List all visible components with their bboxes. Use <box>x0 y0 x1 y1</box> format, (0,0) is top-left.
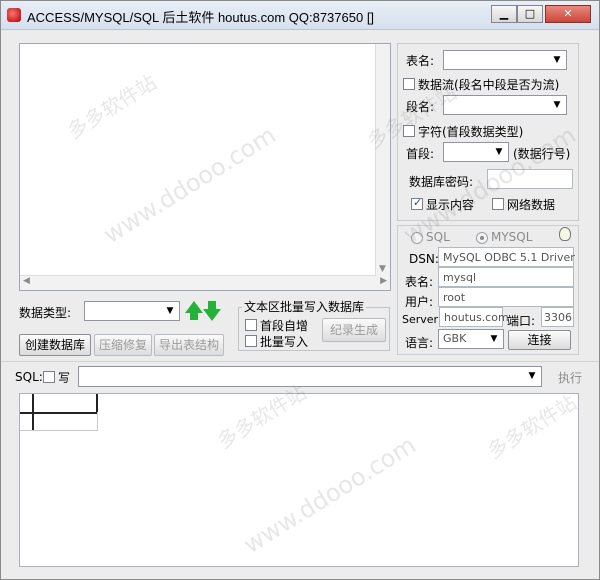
auto-increment-checkbox[interactable] <box>245 319 257 331</box>
create-db-button[interactable]: 创建数据库 <box>19 334 91 356</box>
scroll-down-icon[interactable]: ▼ <box>379 264 386 274</box>
grid-row-header-border <box>32 394 34 430</box>
port-label: 端口: <box>507 314 536 328</box>
data-row-label: (数据行号) <box>513 147 571 161</box>
scroll-right-icon[interactable]: ▶ <box>380 276 387 286</box>
grid-column-border <box>96 394 98 412</box>
chevron-down-icon: ▼ <box>490 334 498 344</box>
sql-input[interactable]: ▼ <box>78 366 542 387</box>
user-input[interactable]: root <box>438 287 574 307</box>
user-value: root <box>443 291 466 304</box>
network-data-label: 网络数据 <box>507 198 556 212</box>
mysql-radio[interactable] <box>476 232 488 244</box>
server-input[interactable]: houtus.com <box>439 307 509 327</box>
main-window: ACCESS/MYSQL/SQL 后土软件 houtus.com QQ:8737… <box>0 0 600 580</box>
record-generate-button[interactable]: 纪录生成 <box>322 318 386 342</box>
compress-repair-button[interactable]: 压缩修复 <box>94 334 152 356</box>
close-button[interactable]: ✕ <box>545 5 591 23</box>
export-structure-button[interactable]: 导出表结构 <box>154 334 224 356</box>
user-label: 用户: <box>405 295 434 309</box>
data-stream-label: 数据流(段名中段是否为流) <box>418 78 560 92</box>
show-content-checkbox[interactable] <box>411 196 423 210</box>
chevron-down-icon: ▼ <box>553 55 561 65</box>
chevron-down-icon: ▼ <box>166 306 174 316</box>
conn-table-input[interactable]: mysql <box>438 267 574 287</box>
first-field-select[interactable]: ▼ <box>443 142 509 162</box>
dsn-value: MySQL ODBC 5.1 Driver <box>443 251 575 264</box>
data-type-select[interactable]: ▼ <box>84 301 180 321</box>
window-title: ACCESS/MYSQL/SQL 后土软件 houtus.com QQ:8737… <box>27 10 375 25</box>
arrow-down-icon[interactable] <box>203 309 221 321</box>
grid-row-line <box>20 430 98 431</box>
text-area[interactable]: ◀ ▶ ▼ <box>19 43 391 291</box>
dsn-input[interactable]: MySQL ODBC 5.1 Driver <box>438 247 575 267</box>
field-name-select[interactable]: ▼ <box>443 95 567 115</box>
db-password-input[interactable] <box>487 169 573 189</box>
horizontal-scrollbar[interactable]: ◀ ▶ <box>20 275 390 290</box>
batch-write-checkbox[interactable] <box>245 335 257 347</box>
batch-write-group-title: 文本区批量写入数据库 <box>242 298 367 315</box>
execute-button[interactable]: 执行 <box>558 369 582 386</box>
batch-write-label: 批量写入 <box>260 335 309 349</box>
char-type-checkbox[interactable] <box>403 125 415 137</box>
data-type-label: 数据类型: <box>19 306 72 320</box>
arrow-down-stem <box>208 301 216 309</box>
network-data-checkbox[interactable] <box>492 198 504 210</box>
field-name-label: 段名: <box>406 100 435 114</box>
show-content-label: 显示内容 <box>426 198 475 212</box>
sql-radio-label: SQL <box>426 230 450 244</box>
minimize-button[interactable]: ▁ <box>491 5 517 23</box>
divider <box>1 361 599 362</box>
vertical-scrollbar[interactable]: ▼ <box>375 44 390 276</box>
char-type-label: 字符(首段数据类型) <box>418 125 524 139</box>
chevron-down-icon: ▼ <box>528 371 536 381</box>
sql-label: SQL: <box>15 370 43 384</box>
write-checkbox[interactable] <box>43 371 55 383</box>
server-value: houtus.com <box>444 311 509 324</box>
results-grid[interactable] <box>19 393 579 567</box>
maximize-button[interactable]: □ <box>517 5 543 23</box>
port-input[interactable]: 3306 <box>541 307 574 327</box>
write-label: 写 <box>58 371 71 385</box>
dsn-label: DSN: <box>409 252 439 266</box>
mysql-radio-label: MYSQL <box>491 230 533 244</box>
server-label: Server: <box>402 313 442 326</box>
scroll-left-icon[interactable]: ◀ <box>23 276 30 286</box>
port-value: 3306 <box>544 311 572 324</box>
lightbulb-icon[interactable] <box>559 227 571 241</box>
data-stream-checkbox[interactable] <box>403 78 415 90</box>
language-label: 语言: <box>405 336 434 350</box>
conn-table-value: mysql <box>443 271 476 284</box>
language-select[interactable]: GBK ▼ <box>438 329 504 349</box>
language-value: GBK <box>443 332 467 345</box>
chevron-down-icon: ▼ <box>495 147 503 157</box>
first-field-label: 首段: <box>406 147 435 161</box>
arrow-up-stem <box>190 312 198 320</box>
connect-button[interactable]: 连接 <box>508 330 571 350</box>
table-name-label: 表名: <box>406 54 435 68</box>
sql-radio[interactable] <box>411 232 423 244</box>
conn-table-label: 表名: <box>405 275 434 289</box>
chevron-down-icon: ▼ <box>553 100 561 110</box>
grid-cell-line <box>97 412 98 431</box>
app-icon <box>7 8 21 22</box>
table-name-select[interactable]: ▼ <box>443 50 567 70</box>
title-bar[interactable]: ACCESS/MYSQL/SQL 后土软件 houtus.com QQ:8737… <box>1 1 599 30</box>
db-password-label: 数据库密码: <box>409 175 474 189</box>
auto-increment-label: 首段自增 <box>260 319 309 333</box>
